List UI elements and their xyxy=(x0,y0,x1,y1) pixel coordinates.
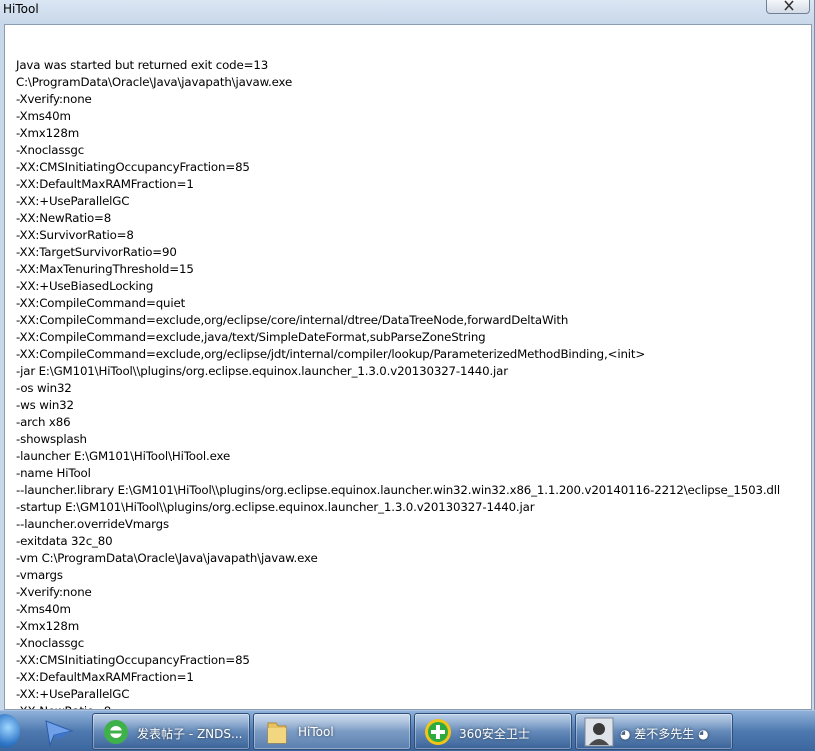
close-button[interactable] xyxy=(766,0,810,14)
log-output: Java was started but returned exit code=… xyxy=(16,57,806,709)
log-line: -XX:CompileCommand=exclude,org/eclipse/c… xyxy=(16,313,569,327)
title-bar[interactable]: HiTool xyxy=(0,0,815,22)
log-line: -XX:DefaultMaxRAMFraction=1 xyxy=(16,177,194,191)
folder-icon xyxy=(262,717,292,747)
log-line: -Xnoclassgc xyxy=(16,143,85,157)
taskbar-button-label: ◕ 差不多先生 ◕ xyxy=(620,727,709,741)
log-line: C:\ProgramData\Oracle\Java\javapath\java… xyxy=(16,75,293,89)
log-line: -XX:CompileCommand=exclude,java/text/Sim… xyxy=(16,330,486,344)
log-line: --launcher.overrideVmargs xyxy=(16,517,170,531)
log-line: -Xmx128m xyxy=(16,619,80,633)
log-line: -jar E:\GM101\HiTool\\plugins/org.eclips… xyxy=(16,364,508,378)
log-line: -Xms40m xyxy=(16,109,71,123)
log-line: -XX:+UseBiasedLocking xyxy=(16,279,154,293)
log-line: -XX:DefaultMaxRAMFraction=1 xyxy=(16,670,194,684)
log-line: -os win32 xyxy=(16,381,72,395)
log-line: -Xverify:none xyxy=(16,92,92,106)
log-line: -Xmx128m xyxy=(16,126,80,140)
taskbar-button[interactable]: 360安全卫士 xyxy=(414,713,572,750)
log-line: -showsplash xyxy=(16,432,87,446)
start-button[interactable] xyxy=(0,714,20,748)
taskbar-button[interactable]: ◕ 差不多先生 ◕ xyxy=(575,713,733,750)
log-line: -launcher E:\GM101\HiTool\HiTool.exe xyxy=(16,449,231,463)
taskbar-button-label: HiTool xyxy=(298,725,334,739)
log-output-area: Java was started but returned exit code=… xyxy=(4,24,812,710)
log-line: -ws win32 xyxy=(16,398,74,412)
log-line: -vmargs xyxy=(16,568,63,582)
log-line: -XX:NewRatio=8 xyxy=(16,211,112,225)
log-line: -Xnoclassgc xyxy=(16,636,85,650)
360-security-icon xyxy=(423,717,453,747)
log-line: -exitdata 32c_80 xyxy=(16,534,113,548)
log-line: -Xms40m xyxy=(16,602,71,616)
log-line: -XX:CMSInitiatingOccupancyFraction=85 xyxy=(16,160,250,174)
log-line: -XX:MaxTenuringThreshold=15 xyxy=(16,262,194,276)
log-line: -vm C:\ProgramData\Oracle\Java\javapath\… xyxy=(16,551,318,565)
bird-app-icon[interactable] xyxy=(42,717,76,747)
log-line: Java was started but returned exit code=… xyxy=(16,58,269,72)
hitool-error-window: HiTool Java was started but returned exi… xyxy=(0,0,815,710)
log-line: --launcher.library E:\GM101\HiTool\\plug… xyxy=(16,483,781,497)
log-line: -XX:NewRatio=8 xyxy=(16,703,806,709)
log-line: -XX:CompileCommand=quiet xyxy=(16,296,186,310)
log-line: -XX:+UseParallelGC xyxy=(16,194,130,208)
log-line: -Xverify:none xyxy=(16,585,92,599)
log-line: -name HiTool xyxy=(16,466,91,480)
taskbar-button-label: 360安全卫士 xyxy=(459,727,530,741)
taskbar-button[interactable]: 发表帖子 - ZNDS... xyxy=(92,713,250,750)
log-line: -XX:+UseParallelGC xyxy=(16,687,130,701)
log-line: -XX:CompileCommand=exclude,org/eclipse/j… xyxy=(16,347,646,361)
taskbar-button[interactable]: HiTool xyxy=(253,713,411,750)
log-line: -startup E:\GM101\HiTool\\plugins/org.ec… xyxy=(16,500,535,514)
log-line: -XX:SurvivorRatio=8 xyxy=(16,228,134,242)
log-line: -XX:CMSInitiatingOccupancyFraction=85 xyxy=(16,653,250,667)
user-avatar-icon xyxy=(584,717,614,747)
log-line: -arch x86 xyxy=(16,415,71,429)
log-line: -XX:TargetSurvivorRatio=90 xyxy=(16,245,177,259)
window-title: HiTool xyxy=(3,2,39,16)
taskbar: 发表帖子 - ZNDS... HiTool 360安全卫士 ◕ 差不多先生 ◕ xyxy=(0,710,815,751)
close-icon xyxy=(784,0,794,11)
ie-browser-icon xyxy=(101,717,131,747)
taskbar-button-label: 发表帖子 - ZNDS... xyxy=(137,727,243,741)
